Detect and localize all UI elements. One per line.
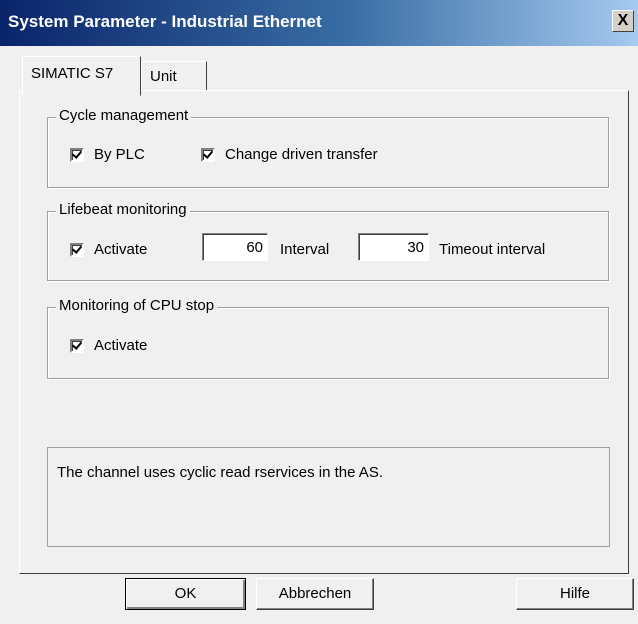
checkbox-checked-icon (70, 338, 84, 353)
timeout-interval-field[interactable]: 30 (358, 233, 429, 261)
window-title: System Parameter - Industrial Ethernet (8, 12, 322, 31)
interval-field[interactable]: 60 (202, 233, 268, 261)
timeout-interval-label: Timeout interval (439, 241, 546, 258)
ok-button[interactable]: OK (125, 578, 246, 610)
info-text: The channel uses cyclic read rservices i… (57, 464, 383, 481)
tab-simatic-s7[interactable]: SIMATIC S7 (22, 56, 141, 96)
interval-label: Interval (280, 241, 330, 258)
dialog-window: System Parameter - Industrial Ethernet X… (0, 0, 638, 624)
change-driven-transfer-label: Change driven transfer (225, 146, 378, 163)
cpu-stop-monitoring-group: Monitoring of CPU stop Activate (47, 297, 609, 379)
lifebeat-activate-checkbox[interactable]: Activate (70, 241, 147, 258)
cpu-stop-monitoring-title: Monitoring of CPU stop (56, 297, 218, 314)
lifebeat-monitoring-group: Lifebeat monitoring Activate 60 Interval… (47, 201, 609, 281)
by-plc-checkbox[interactable]: By PLC (70, 146, 145, 163)
title-bar[interactable]: System Parameter - Industrial Ethernet X (0, 0, 638, 46)
tab-unit-label: Unit (150, 68, 177, 85)
tab-simatic-s7-label: SIMATIC S7 (31, 65, 114, 82)
cpu-stop-activate-checkbox[interactable]: Activate (70, 337, 147, 354)
lifebeat-activate-label: Activate (94, 241, 148, 258)
checkbox-checked-icon (201, 147, 215, 162)
close-button[interactable]: X (612, 10, 634, 32)
change-driven-transfer-checkbox[interactable]: Change driven transfer (201, 146, 378, 163)
tab-panel-simatic-s7: Cycle management By PLC Change driven tr… (19, 90, 629, 574)
cycle-management-group: Cycle management By PLC Change driven tr… (47, 107, 609, 188)
info-box: The channel uses cyclic read rservices i… (47, 447, 610, 547)
close-icon: X (617, 12, 629, 29)
help-button[interactable]: Hilfe (516, 578, 634, 610)
cpu-stop-activate-label: Activate (94, 337, 148, 354)
lifebeat-monitoring-title: Lifebeat monitoring (56, 201, 190, 218)
checkbox-checked-icon (70, 242, 84, 257)
by-plc-label: By PLC (94, 146, 145, 163)
checkbox-checked-icon (70, 147, 84, 162)
tab-unit[interactable]: Unit (141, 61, 207, 91)
cycle-management-title: Cycle management (56, 107, 192, 124)
cancel-button[interactable]: Abbrechen (256, 578, 374, 610)
